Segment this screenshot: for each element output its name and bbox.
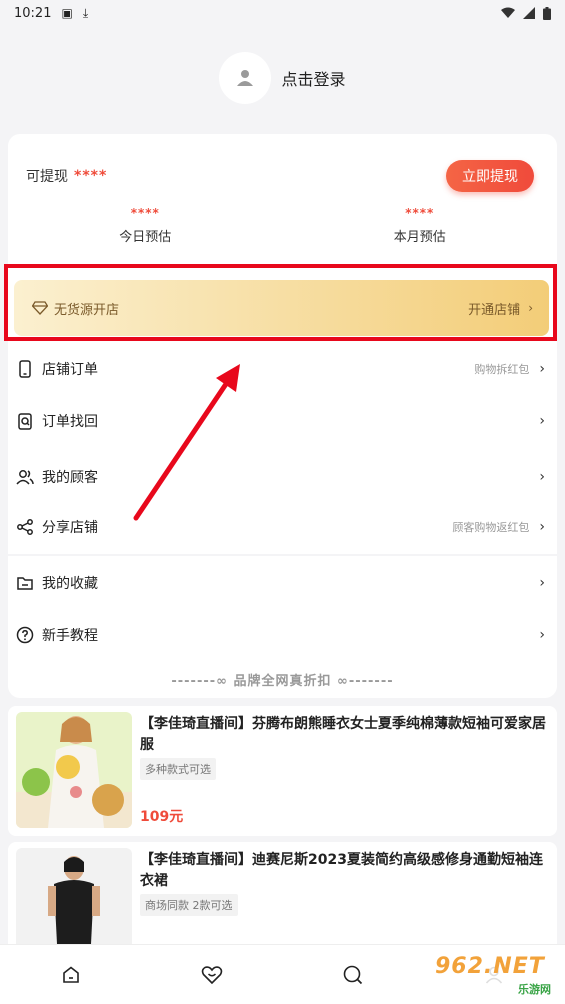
help-icon — [16, 626, 34, 644]
product-tag: 多种款式可选 — [140, 758, 216, 780]
share-icon — [17, 519, 33, 535]
menu-hint: 购物拆红包 — [474, 363, 530, 376]
product-card[interactable]: 【李佳琦直播间】芬腾布朗熊睡衣女士夏季纯棉薄款短袖可爱家居服 多种款式可选 10… — [8, 706, 557, 836]
users-icon — [16, 470, 34, 485]
product-tag: 商场同款 2款可选 — [140, 894, 238, 916]
menu-item-order-recovery[interactable]: 订单找回 › — [8, 396, 557, 446]
menu-label: 新手教程 — [42, 628, 98, 644]
watermark-bottom: 乐游网 — [518, 983, 551, 996]
product-title[interactable]: 【李佳琦直播间】芬腾布朗熊睡衣女士夏季纯棉薄款短袖可爱家居服 — [140, 714, 550, 756]
status-time: 10:21 — [14, 5, 52, 21]
chevron-right-icon: › — [539, 575, 545, 591]
today-label: 今日预估 — [119, 230, 172, 245]
highlight-box — [4, 264, 557, 341]
month-estimate: **** 本月预估 — [283, 206, 558, 245]
menu-item-shop-orders[interactable]: 店铺订单 购物拆红包 › — [8, 344, 557, 394]
tab-home[interactable] — [51, 955, 91, 995]
battery-icon — [543, 6, 551, 20]
download-icon: ⤓ — [82, 5, 89, 20]
menu-label: 店铺订单 — [42, 362, 98, 378]
chevron-right-icon: › — [539, 627, 545, 643]
withdraw-button[interactable]: 立即提现 — [446, 160, 534, 192]
tab-search[interactable] — [333, 955, 373, 995]
search-clipboard-icon — [18, 413, 32, 430]
product-title[interactable]: 【李佳琦直播间】迪赛尼斯2023夏装简约高级感修身通勤短袖连衣裙 — [140, 850, 550, 892]
annotation-arrow — [133, 364, 240, 521]
menu-item-favorites[interactable]: 我的收藏 › — [8, 558, 557, 608]
menu-item-tutorial[interactable]: 新手教程 › — [8, 610, 557, 660]
signal-icon — [523, 7, 535, 19]
watermark: 962.NET 乐游网 — [427, 950, 559, 1000]
search-icon — [343, 965, 363, 984]
product-price: 109元 — [140, 809, 184, 825]
chevron-right-icon: › — [539, 519, 545, 535]
product-card[interactable]: 【李佳琦直播间】迪赛尼斯2023夏装简约高级感修身通勤短袖连衣裙 商场同款 2款… — [8, 842, 557, 964]
withdraw-value: **** — [74, 168, 108, 184]
today-value: **** — [130, 206, 160, 220]
home-icon — [62, 965, 79, 983]
person-icon — [237, 70, 254, 86]
section-title: -------∞ 品牌全网真折扣 ∞------- — [171, 674, 394, 689]
month-value: **** — [405, 206, 435, 220]
tab-favorites[interactable] — [192, 955, 232, 995]
login-label[interactable]: 点击登录 — [281, 66, 345, 90]
phone-icon — [19, 360, 31, 378]
chevron-right-icon: › — [539, 469, 545, 485]
status-bar: 10:21 ▣ ⤓ — [0, 0, 565, 26]
today-estimate: **** 今日预估 — [8, 206, 283, 245]
login-row[interactable]: 点击登录 — [0, 52, 565, 104]
month-label: 本月预估 — [393, 230, 446, 245]
avatar[interactable] — [219, 52, 272, 104]
chevron-right-icon: › — [539, 361, 545, 377]
menu-item-my-customers[interactable]: 我的顾客 › — [8, 452, 557, 502]
product-image[interactable] — [16, 712, 132, 828]
heart-icon — [201, 965, 223, 984]
menu-label: 我的顾客 — [42, 470, 98, 486]
watermark-top: 962.NET — [435, 954, 545, 979]
menu-hint: 顾客购物返红包 — [452, 521, 530, 534]
withdraw-label: 可提现 — [26, 169, 68, 185]
estimates: **** 今日预估 **** 本月预估 — [8, 206, 557, 245]
wifi-icon — [501, 7, 515, 18]
menu-label: 订单找回 — [42, 414, 98, 430]
menu-label: 我的收藏 — [42, 576, 98, 592]
withdraw-row: 可提现 **** 立即提现 — [26, 160, 534, 192]
notification-a-icon: ▣ — [61, 6, 73, 20]
menu-label: 分享店铺 — [42, 520, 98, 536]
folder-icon — [17, 577, 33, 590]
chevron-right-icon: › — [539, 413, 545, 429]
menu-item-share-shop[interactable]: 分享店铺 顾客购物返红包 › — [8, 502, 557, 552]
